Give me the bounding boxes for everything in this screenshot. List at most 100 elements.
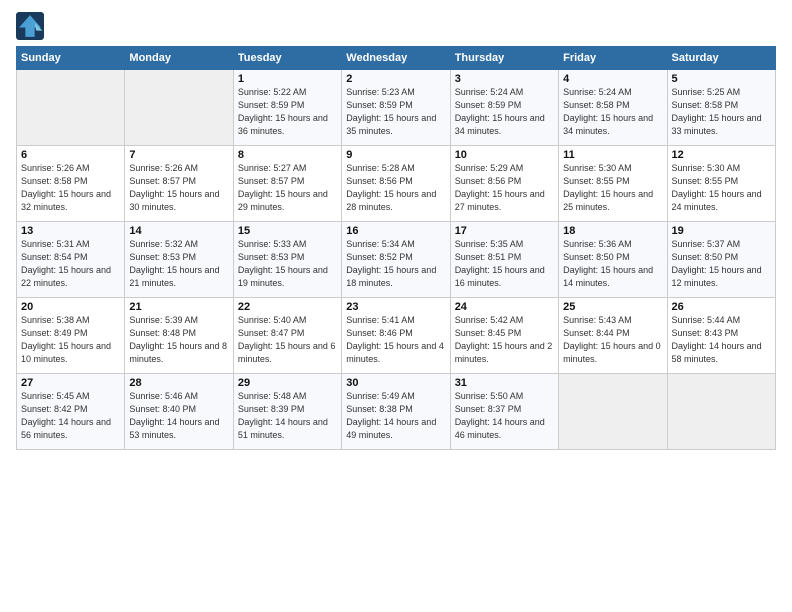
day-number: 10 — [455, 149, 554, 161]
calendar-day-cell: 24Sunrise: 5:42 AMSunset: 8:45 PMDayligh… — [450, 298, 558, 374]
cell-text: Sunrise: 5:22 AMSunset: 8:59 PMDaylight:… — [238, 86, 337, 138]
cell-text: Sunrise: 5:37 AMSunset: 8:50 PMDaylight:… — [672, 238, 771, 290]
calendar-day-cell: 27Sunrise: 5:45 AMSunset: 8:42 PMDayligh… — [17, 374, 125, 450]
calendar-day-cell: 21Sunrise: 5:39 AMSunset: 8:48 PMDayligh… — [125, 298, 233, 374]
cell-text: Sunrise: 5:34 AMSunset: 8:52 PMDaylight:… — [346, 238, 445, 290]
day-number: 25 — [563, 301, 662, 313]
calendar-day-cell: 2Sunrise: 5:23 AMSunset: 8:59 PMDaylight… — [342, 70, 450, 146]
day-number: 30 — [346, 377, 445, 389]
day-number: 19 — [672, 225, 771, 237]
calendar-day-cell: 6Sunrise: 5:26 AMSunset: 8:58 PMDaylight… — [17, 146, 125, 222]
day-number: 18 — [563, 225, 662, 237]
day-number: 12 — [672, 149, 771, 161]
cell-text: Sunrise: 5:45 AMSunset: 8:42 PMDaylight:… — [21, 390, 120, 442]
day-number: 11 — [563, 149, 662, 161]
cell-text: Sunrise: 5:49 AMSunset: 8:38 PMDaylight:… — [346, 390, 445, 442]
cell-text: Sunrise: 5:44 AMSunset: 8:43 PMDaylight:… — [672, 314, 771, 366]
logo — [16, 12, 48, 40]
calendar-week-row: 1Sunrise: 5:22 AMSunset: 8:59 PMDaylight… — [17, 70, 776, 146]
calendar-day-cell: 23Sunrise: 5:41 AMSunset: 8:46 PMDayligh… — [342, 298, 450, 374]
cell-text: Sunrise: 5:42 AMSunset: 8:45 PMDaylight:… — [455, 314, 554, 366]
cell-text: Sunrise: 5:26 AMSunset: 8:58 PMDaylight:… — [21, 162, 120, 214]
calendar-day-cell: 9Sunrise: 5:28 AMSunset: 8:56 PMDaylight… — [342, 146, 450, 222]
calendar-day-cell: 13Sunrise: 5:31 AMSunset: 8:54 PMDayligh… — [17, 222, 125, 298]
calendar-container: SundayMondayTuesdayWednesdayThursdayFrid… — [0, 0, 792, 612]
calendar-day-cell: 31Sunrise: 5:50 AMSunset: 8:37 PMDayligh… — [450, 374, 558, 450]
day-number: 20 — [21, 301, 120, 313]
calendar-day-cell: 19Sunrise: 5:37 AMSunset: 8:50 PMDayligh… — [667, 222, 775, 298]
calendar-day-cell: 28Sunrise: 5:46 AMSunset: 8:40 PMDayligh… — [125, 374, 233, 450]
cell-text: Sunrise: 5:23 AMSunset: 8:59 PMDaylight:… — [346, 86, 445, 138]
calendar-day-cell: 11Sunrise: 5:30 AMSunset: 8:55 PMDayligh… — [559, 146, 667, 222]
cell-text: Sunrise: 5:41 AMSunset: 8:46 PMDaylight:… — [346, 314, 445, 366]
calendar-day-cell: 17Sunrise: 5:35 AMSunset: 8:51 PMDayligh… — [450, 222, 558, 298]
day-number: 14 — [129, 225, 228, 237]
cell-text: Sunrise: 5:24 AMSunset: 8:58 PMDaylight:… — [563, 86, 662, 138]
day-number: 6 — [21, 149, 120, 161]
weekday-header-cell: Tuesday — [233, 47, 341, 70]
day-number: 8 — [238, 149, 337, 161]
cell-text: Sunrise: 5:38 AMSunset: 8:49 PMDaylight:… — [21, 314, 120, 366]
day-number: 28 — [129, 377, 228, 389]
day-number: 26 — [672, 301, 771, 313]
calendar-day-cell: 14Sunrise: 5:32 AMSunset: 8:53 PMDayligh… — [125, 222, 233, 298]
calendar-day-cell: 15Sunrise: 5:33 AMSunset: 8:53 PMDayligh… — [233, 222, 341, 298]
weekday-header-cell: Friday — [559, 47, 667, 70]
weekday-header-cell: Wednesday — [342, 47, 450, 70]
day-number: 16 — [346, 225, 445, 237]
calendar-week-row: 20Sunrise: 5:38 AMSunset: 8:49 PMDayligh… — [17, 298, 776, 374]
weekday-header-cell: Thursday — [450, 47, 558, 70]
weekday-header-cell: Sunday — [17, 47, 125, 70]
cell-text: Sunrise: 5:36 AMSunset: 8:50 PMDaylight:… — [563, 238, 662, 290]
day-number: 5 — [672, 73, 771, 85]
cell-text: Sunrise: 5:29 AMSunset: 8:56 PMDaylight:… — [455, 162, 554, 214]
day-number: 27 — [21, 377, 120, 389]
calendar-day-cell: 30Sunrise: 5:49 AMSunset: 8:38 PMDayligh… — [342, 374, 450, 450]
cell-text: Sunrise: 5:35 AMSunset: 8:51 PMDaylight:… — [455, 238, 554, 290]
calendar-day-cell: 16Sunrise: 5:34 AMSunset: 8:52 PMDayligh… — [342, 222, 450, 298]
cell-text: Sunrise: 5:39 AMSunset: 8:48 PMDaylight:… — [129, 314, 228, 366]
day-number: 22 — [238, 301, 337, 313]
weekday-header-cell: Saturday — [667, 47, 775, 70]
calendar-day-cell — [125, 70, 233, 146]
cell-text: Sunrise: 5:27 AMSunset: 8:57 PMDaylight:… — [238, 162, 337, 214]
calendar-day-cell: 8Sunrise: 5:27 AMSunset: 8:57 PMDaylight… — [233, 146, 341, 222]
day-number: 31 — [455, 377, 554, 389]
header — [16, 12, 776, 40]
cell-text: Sunrise: 5:50 AMSunset: 8:37 PMDaylight:… — [455, 390, 554, 442]
cell-text: Sunrise: 5:40 AMSunset: 8:47 PMDaylight:… — [238, 314, 337, 366]
calendar-week-row: 27Sunrise: 5:45 AMSunset: 8:42 PMDayligh… — [17, 374, 776, 450]
calendar-day-cell: 1Sunrise: 5:22 AMSunset: 8:59 PMDaylight… — [233, 70, 341, 146]
calendar-day-cell: 18Sunrise: 5:36 AMSunset: 8:50 PMDayligh… — [559, 222, 667, 298]
cell-text: Sunrise: 5:30 AMSunset: 8:55 PMDaylight:… — [563, 162, 662, 214]
day-number: 2 — [346, 73, 445, 85]
day-number: 24 — [455, 301, 554, 313]
day-number: 4 — [563, 73, 662, 85]
day-number: 7 — [129, 149, 228, 161]
cell-text: Sunrise: 5:31 AMSunset: 8:54 PMDaylight:… — [21, 238, 120, 290]
day-number: 3 — [455, 73, 554, 85]
calendar-day-cell: 4Sunrise: 5:24 AMSunset: 8:58 PMDaylight… — [559, 70, 667, 146]
day-number: 21 — [129, 301, 228, 313]
weekday-header-row: SundayMondayTuesdayWednesdayThursdayFrid… — [17, 47, 776, 70]
calendar-day-cell — [559, 374, 667, 450]
calendar-day-cell: 7Sunrise: 5:26 AMSunset: 8:57 PMDaylight… — [125, 146, 233, 222]
weekday-header-cell: Monday — [125, 47, 233, 70]
calendar-week-row: 6Sunrise: 5:26 AMSunset: 8:58 PMDaylight… — [17, 146, 776, 222]
calendar-day-cell: 20Sunrise: 5:38 AMSunset: 8:49 PMDayligh… — [17, 298, 125, 374]
day-number: 1 — [238, 73, 337, 85]
day-number: 9 — [346, 149, 445, 161]
calendar-day-cell: 26Sunrise: 5:44 AMSunset: 8:43 PMDayligh… — [667, 298, 775, 374]
calendar-table: SundayMondayTuesdayWednesdayThursdayFrid… — [16, 46, 776, 450]
cell-text: Sunrise: 5:43 AMSunset: 8:44 PMDaylight:… — [563, 314, 662, 366]
day-number: 13 — [21, 225, 120, 237]
cell-text: Sunrise: 5:33 AMSunset: 8:53 PMDaylight:… — [238, 238, 337, 290]
calendar-body: 1Sunrise: 5:22 AMSunset: 8:59 PMDaylight… — [17, 70, 776, 450]
cell-text: Sunrise: 5:24 AMSunset: 8:59 PMDaylight:… — [455, 86, 554, 138]
cell-text: Sunrise: 5:26 AMSunset: 8:57 PMDaylight:… — [129, 162, 228, 214]
calendar-day-cell: 5Sunrise: 5:25 AMSunset: 8:58 PMDaylight… — [667, 70, 775, 146]
cell-text: Sunrise: 5:48 AMSunset: 8:39 PMDaylight:… — [238, 390, 337, 442]
calendar-day-cell: 10Sunrise: 5:29 AMSunset: 8:56 PMDayligh… — [450, 146, 558, 222]
calendar-day-cell — [667, 374, 775, 450]
calendar-day-cell — [17, 70, 125, 146]
